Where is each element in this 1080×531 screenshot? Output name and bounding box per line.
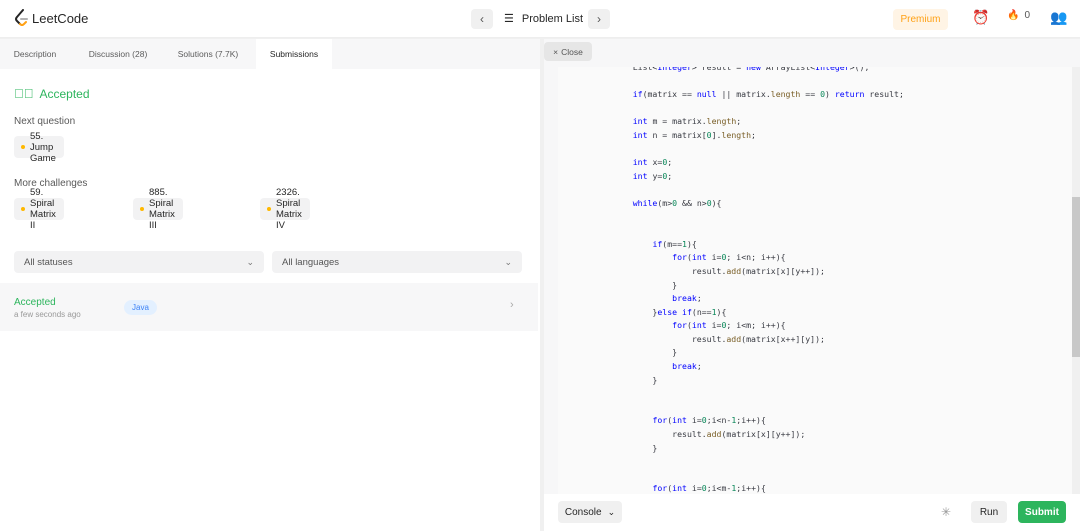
code-line: } — [613, 374, 658, 385]
code-line: result.add(matrix[x][y++]); — [613, 429, 806, 440]
close-icon: × — [553, 46, 559, 57]
submission-time: a few seconds ago — [14, 310, 81, 319]
chevron-down-icon: ⌄ — [504, 257, 512, 267]
submit-button[interactable]: Submit — [1018, 501, 1066, 523]
console-label: Console — [564, 506, 602, 518]
alarm-icon[interactable]: ⏰ — [972, 9, 989, 26]
code-line: if(matrix == null || matrix.length == 0)… — [632, 89, 904, 100]
code-content[interactable]: List<Integer> result = new ArrayList<Int… — [558, 67, 1068, 494]
problem-list-label: Problem List — [521, 12, 584, 25]
right-panel: × Close List<Integer> result = new Array… — [544, 39, 1080, 531]
next-question-chip[interactable]: 55. Jump Game — [14, 131, 64, 164]
streak-counter[interactable]: 🔥 0 — [1007, 10, 1030, 21]
result-status-label: Accepted — [39, 86, 90, 101]
language-badge: Java — [124, 300, 157, 315]
logo-text: LeetCode — [32, 10, 89, 26]
user-icon[interactable]: 👥 — [1050, 9, 1067, 26]
run-button[interactable]: Run — [971, 501, 1007, 523]
editor-footer: Console ⌄ ✳ Run Submit — [544, 494, 1080, 531]
scrollbar-thumb[interactable] — [1072, 197, 1080, 357]
tab-solutions[interactable]: Solutions (7.7K) — [168, 39, 248, 69]
streak-count: 0 — [1024, 10, 1031, 21]
challenge-title: 59. Spiral Matrix II — [30, 187, 56, 231]
table-row[interactable]: Accepted a few seconds ago Java › — [0, 283, 538, 331]
close-button[interactable]: × Close — [544, 42, 592, 61]
code-line: int m = matrix.length; — [632, 116, 742, 127]
chevron-right-icon: › — [510, 299, 514, 311]
submission-status: Accepted — [14, 297, 56, 308]
code-line: for(int i=0; i<n; i++){ — [672, 252, 786, 263]
code-line: break; — [672, 293, 702, 304]
chevron-right-icon: › — [597, 12, 601, 26]
code-line: }else if(n==1){ — [613, 306, 727, 317]
debug-icon[interactable]: ✳ — [941, 505, 951, 519]
close-label: Close — [561, 46, 583, 57]
code-line: int n = matrix[0].length; — [632, 129, 756, 140]
code-line: for(int i=0; i<m; i++){ — [672, 320, 786, 331]
console-button[interactable]: Console ⌄ — [558, 501, 622, 523]
status-filter-select[interactable]: All statuses ⌄ — [14, 251, 264, 273]
difficulty-dot — [140, 207, 144, 211]
next-question-title: 55. Jump Game — [30, 130, 56, 164]
chevron-down-icon: ⌄ — [607, 506, 616, 517]
language-filter-select[interactable]: All languages ⌄ — [272, 251, 522, 273]
code-line: } — [613, 442, 658, 453]
challenge-chip[interactable]: 885. Spiral Matrix III — [133, 187, 183, 231]
tab-bar: Description Discussion (28) Solutions (7… — [0, 39, 540, 69]
code-line: } — [613, 347, 678, 358]
result-status: ✓⃝ Accepted — [14, 86, 90, 101]
left-panel: Description Discussion (28) Solutions (7… — [0, 39, 540, 531]
leetcode-logo-icon — [15, 9, 28, 26]
challenge-chip[interactable]: 59. Spiral Matrix II — [14, 187, 64, 231]
premium-button[interactable]: Premium — [893, 9, 948, 30]
top-navbar: LeetCode ‹ ☰ Problem List › Premium ⏰ 🔥 … — [0, 0, 1080, 38]
code-line: for(int i=0;i<n-1;i++){ — [652, 415, 766, 426]
challenge-title: 885. Spiral Matrix III — [149, 187, 175, 231]
challenge-title: 2326. Spiral Matrix IV — [276, 187, 302, 231]
difficulty-dot — [21, 207, 25, 211]
code-line: result.add(matrix[x][y++]); — [613, 265, 825, 276]
status-filter-value: All statuses — [24, 256, 73, 268]
difficulty-dot — [267, 207, 271, 211]
editor-scrollbar[interactable] — [1072, 67, 1080, 494]
code-line: int x=0; — [632, 157, 673, 168]
code-line: break; — [672, 361, 702, 372]
challenge-chip[interactable]: 2326. Spiral Matrix IV — [260, 187, 310, 231]
next-problem-button[interactable]: › — [588, 9, 610, 29]
tab-discussion[interactable]: Discussion (28) — [80, 39, 156, 69]
chevron-down-icon: ⌄ — [246, 257, 254, 267]
code-line: } — [613, 279, 678, 290]
code-line: result.add(matrix[x++][y]); — [613, 333, 825, 344]
code-line: int y=0; — [632, 170, 673, 181]
code-line: if(m==1){ — [652, 238, 697, 249]
tab-description[interactable]: Description — [0, 39, 70, 69]
tab-submissions[interactable]: Submissions — [256, 39, 332, 69]
code-editor[interactable]: List<Integer> result = new ArrayList<Int… — [558, 67, 1080, 494]
list-icon: ☰ — [504, 13, 514, 25]
logo[interactable]: LeetCode — [14, 9, 88, 27]
problem-list-button[interactable]: ☰ Problem List — [504, 12, 584, 26]
difficulty-dot — [21, 145, 25, 149]
language-filter-value: All languages — [282, 256, 340, 268]
next-question-label: Next question — [14, 116, 76, 127]
chevron-left-icon: ‹ — [480, 12, 484, 26]
code-line: while(m>0 && n>0){ — [632, 197, 722, 208]
check-circle-icon: ✓⃝ — [14, 86, 34, 101]
prev-problem-button[interactable]: ‹ — [471, 9, 493, 29]
code-line: List<Integer> result = new ArrayList<Int… — [613, 67, 870, 72]
code-line: for(int i=0;i<m-1;i++){ — [652, 483, 766, 494]
flame-icon: 🔥 — [1007, 10, 1020, 21]
